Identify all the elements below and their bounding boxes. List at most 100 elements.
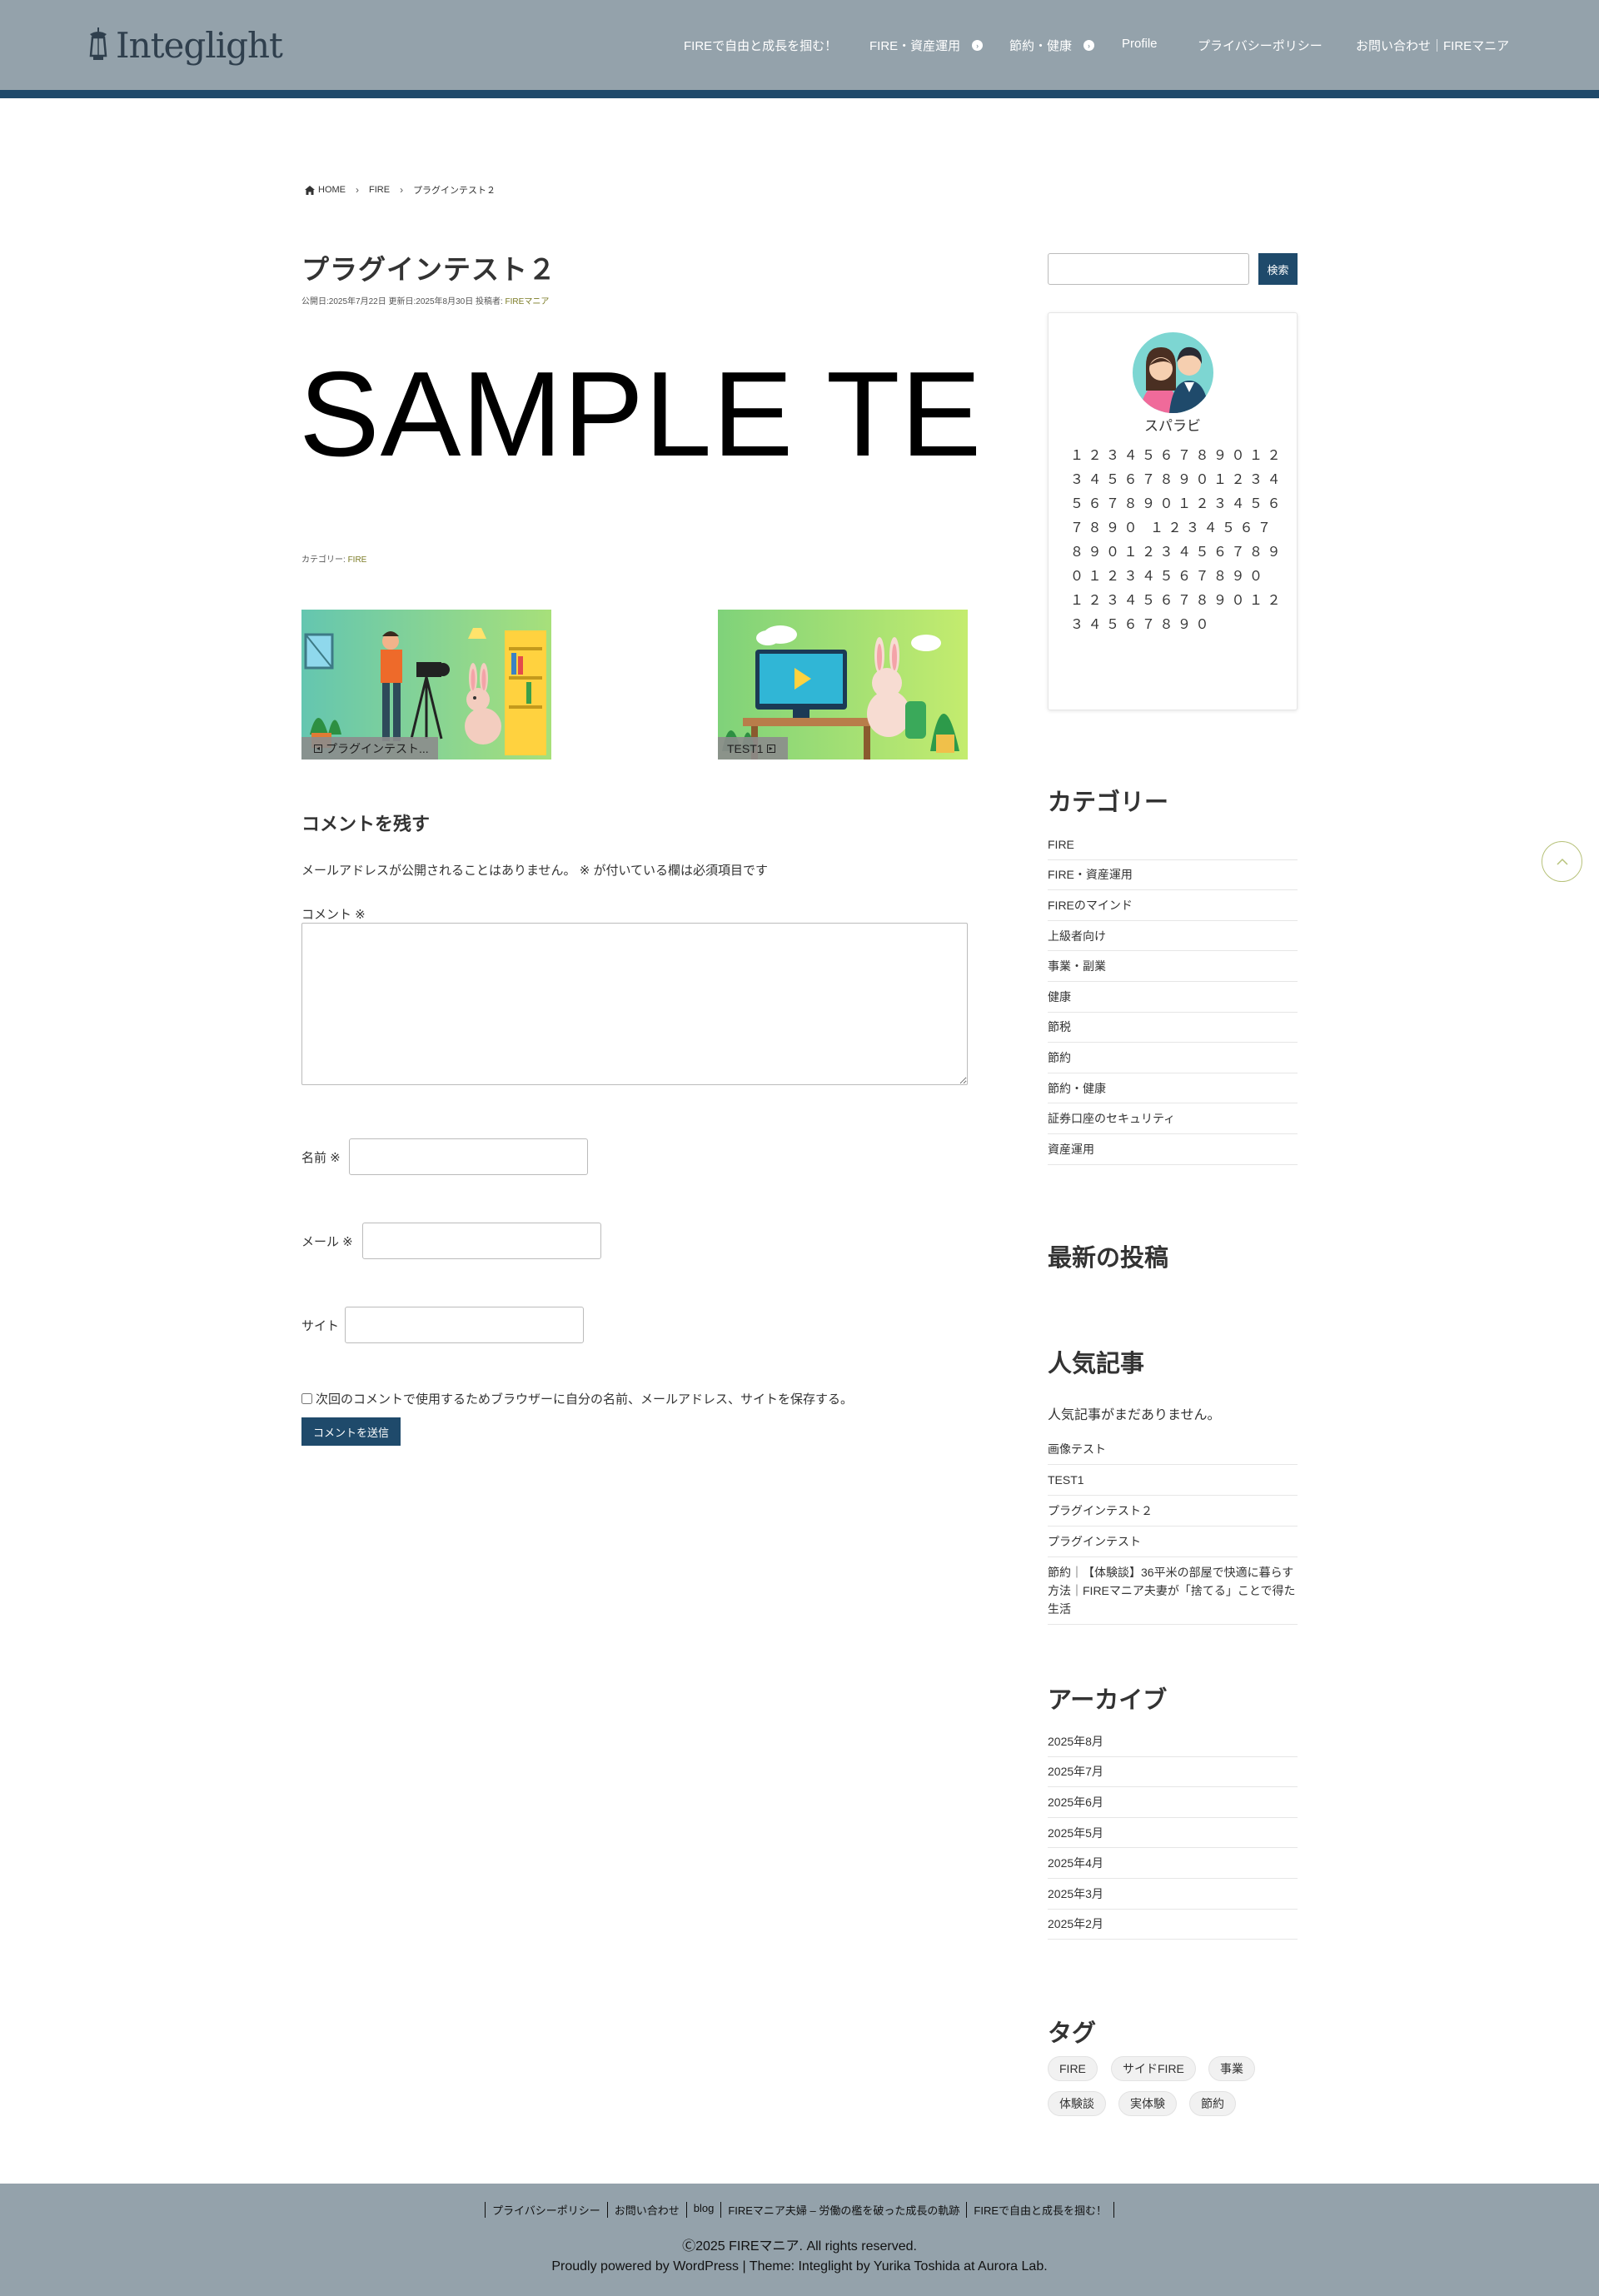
- next-post-card[interactable]: TEST1 ▸: [718, 610, 968, 760]
- popular-empty-text: 人気記事がまだありません。: [1048, 1408, 1221, 1422]
- nav-label: FIRE・資産運用: [869, 39, 961, 53]
- name-label: 名前 ※: [301, 1151, 341, 1165]
- email-label: メール ※: [301, 1235, 353, 1249]
- category-item[interactable]: FIRE・資産運用: [1048, 860, 1298, 891]
- arrow-left-icon: ◂: [314, 744, 322, 753]
- recent-posts-heading: 最新の投稿: [1048, 1245, 1169, 1272]
- comment-notes: メールアドレスが公開されることはありません。 ※ が付いている欄は必須項目です: [301, 864, 769, 878]
- breadcrumb-category-link[interactable]: FIRE: [369, 185, 390, 195]
- tag-chip[interactable]: FIRE: [1048, 2056, 1098, 2081]
- chevron-down-icon[interactable]: ›: [972, 40, 984, 51]
- category-item[interactable]: FIRE: [1048, 829, 1298, 860]
- prev-post-title: プラグインテスト...: [326, 741, 429, 755]
- popular-post-item[interactable]: プラグインテスト２: [1048, 1496, 1298, 1527]
- nav-label: 節約・健康: [1009, 39, 1073, 53]
- archives-heading: アーカイブ: [1048, 1687, 1168, 1714]
- archive-item[interactable]: 2025年4月: [1048, 1848, 1298, 1879]
- breadcrumb-current: プラグインテスト２: [413, 186, 496, 196]
- archive-item[interactable]: 2025年2月: [1048, 1910, 1298, 1940]
- comment-form-heading: コメントを残す: [301, 814, 431, 834]
- nav-item-contact[interactable]: お問い合わせ｜FIREマニア: [1356, 37, 1509, 54]
- nav-item-privacy[interactable]: プライバシーポリシー: [1198, 37, 1323, 54]
- category-item[interactable]: 節約: [1048, 1043, 1298, 1073]
- archive-item[interactable]: 2025年8月: [1048, 1726, 1298, 1757]
- category-item[interactable]: 資産運用: [1048, 1134, 1298, 1165]
- nav-label: プライバシーポリシー: [1198, 39, 1323, 53]
- popular-post-list: 画像テスト TEST1 プラグインテスト２ プラグインテスト 節約｜【体験談】3…: [1048, 1434, 1298, 1625]
- post-meta: 公開日:2025年7月22日 更新日:2025年8月30日 投稿者: FIREマ…: [301, 294, 549, 306]
- post-category: カテゴリー: FIRE: [301, 552, 366, 565]
- nav-label: FIREで自由と成長を掴む！: [684, 39, 838, 53]
- category-item[interactable]: 節約・健康: [1048, 1073, 1298, 1104]
- archive-item[interactable]: 2025年7月: [1048, 1757, 1298, 1788]
- popular-post-item[interactable]: プラグインテスト: [1048, 1527, 1298, 1557]
- popular-posts-heading: 人気記事: [1048, 1351, 1145, 1377]
- cookie-consent-label: 次回のコメントで使用するためブラウザーに自分の名前、メールアドレス、サイトを保存…: [316, 1392, 854, 1407]
- prev-post-card[interactable]: ◂ プラグインテスト...: [301, 610, 551, 760]
- copyright-text: Ⓒ2025 FIREマニア. All rights reserved.: [682, 2239, 917, 2254]
- tag-chip[interactable]: 実体験: [1118, 2091, 1177, 2116]
- email-field[interactable]: [362, 1223, 601, 1259]
- avatar: [1133, 332, 1213, 413]
- footer-link[interactable]: FIREで自由と成長を掴む！: [966, 2202, 1115, 2218]
- next-post-label: TEST1 ▸: [718, 737, 788, 760]
- category-item[interactable]: 証券口座のセキュリティ: [1048, 1103, 1298, 1134]
- comment-textarea[interactable]: [301, 923, 968, 1085]
- archive-item[interactable]: 2025年5月: [1048, 1818, 1298, 1849]
- category-item[interactable]: 事業・副業: [1048, 951, 1298, 982]
- footer-link[interactable]: プライバシーポリシー: [484, 2202, 607, 2218]
- category-item[interactable]: 健康: [1048, 982, 1298, 1013]
- search-button[interactable]: 検索: [1258, 253, 1298, 285]
- breadcrumb: HOME › FIRE › プラグインテスト２: [305, 183, 496, 197]
- site-field[interactable]: [345, 1307, 584, 1343]
- tag-chip[interactable]: 体験談: [1048, 2091, 1106, 2116]
- sample-text-content: SAMPLE TE: [299, 346, 983, 481]
- nav-item-fire-freedom[interactable]: FIREで自由と成長を掴む！: [684, 37, 837, 54]
- comment-label: コメント ※: [301, 908, 366, 922]
- name-field[interactable]: [349, 1138, 588, 1175]
- arrow-right-icon: ▸: [766, 744, 775, 753]
- couple-avatar-illustration: [1133, 332, 1213, 413]
- chevron-right-icon: ›: [356, 184, 359, 196]
- chevron-up-icon: [1556, 858, 1568, 865]
- lantern-icon: [89, 27, 107, 60]
- category-prefix: カテゴリー:: [301, 555, 346, 565]
- chevron-down-icon[interactable]: ›: [1083, 40, 1095, 51]
- nav-label: Profile: [1122, 37, 1158, 51]
- profile-name: スパラビ: [1144, 418, 1201, 434]
- breadcrumb-home-link[interactable]: HOME: [318, 185, 346, 195]
- tag-chip[interactable]: 節約: [1189, 2091, 1236, 2116]
- next-post-title: TEST1: [727, 741, 764, 755]
- category-list: FIRE FIRE・資産運用 FIREのマインド 上級者向け 事業・副業 健康 …: [1048, 829, 1298, 1165]
- tag-chip[interactable]: 事業: [1208, 2056, 1255, 2081]
- post-title: プラグインテスト２: [301, 254, 556, 285]
- nav-item-profile[interactable]: Profile: [1122, 37, 1158, 51]
- categories-heading: カテゴリー: [1048, 789, 1169, 816]
- author-link[interactable]: FIREマニア: [506, 297, 550, 306]
- prev-post-label: ◂ プラグインテスト...: [301, 737, 438, 760]
- profile-bio: １２３４５６７８９０１２３４５６７８９０１２３４５６７８９０１２３４５６７８９０…: [1070, 449, 1286, 632]
- scroll-to-top-button[interactable]: [1542, 841, 1582, 882]
- cookie-consent-checkbox[interactable]: [301, 1393, 312, 1404]
- category-item[interactable]: 節税: [1048, 1013, 1298, 1043]
- category-link[interactable]: FIRE: [348, 555, 367, 565]
- nav-item-fire-investment[interactable]: FIRE・資産運用 ›: [869, 37, 984, 54]
- tag-chip[interactable]: サイドFIRE: [1111, 2056, 1196, 2081]
- footer-link[interactable]: FIREマニア夫婦 – 労働の檻を破った成長の軌跡: [720, 2202, 966, 2218]
- site-logo[interactable]: Integlight: [86, 23, 283, 67]
- category-item[interactable]: FIREのマインド: [1048, 890, 1298, 921]
- cookie-consent-row: 次回のコメントで使用するためブラウザーに自分の名前、メールアドレス、サイトを保存…: [301, 1390, 853, 1407]
- nav-item-saving-health[interactable]: 節約・健康 ›: [1009, 37, 1095, 54]
- powered-by-text: Proudly powered by WordPress | Theme: In…: [551, 2259, 1048, 2274]
- category-item[interactable]: 上級者向け: [1048, 921, 1298, 952]
- footer-link[interactable]: blog: [685, 2202, 721, 2218]
- footer-link[interactable]: お問い合わせ: [606, 2202, 686, 2218]
- archive-item[interactable]: 2025年6月: [1048, 1787, 1298, 1818]
- submit-comment-button[interactable]: コメントを送信: [301, 1417, 401, 1446]
- popular-post-item[interactable]: 画像テスト: [1048, 1434, 1298, 1465]
- popular-post-item[interactable]: 節約｜【体験談】36平米の部屋で快適に暮らす方法｜FIREマニア夫妻が「捨てる」…: [1048, 1557, 1298, 1625]
- archive-item[interactable]: 2025年3月: [1048, 1879, 1298, 1910]
- site-label: サイト: [301, 1319, 340, 1333]
- popular-post-item[interactable]: TEST1: [1048, 1465, 1298, 1496]
- search-input[interactable]: [1048, 253, 1249, 285]
